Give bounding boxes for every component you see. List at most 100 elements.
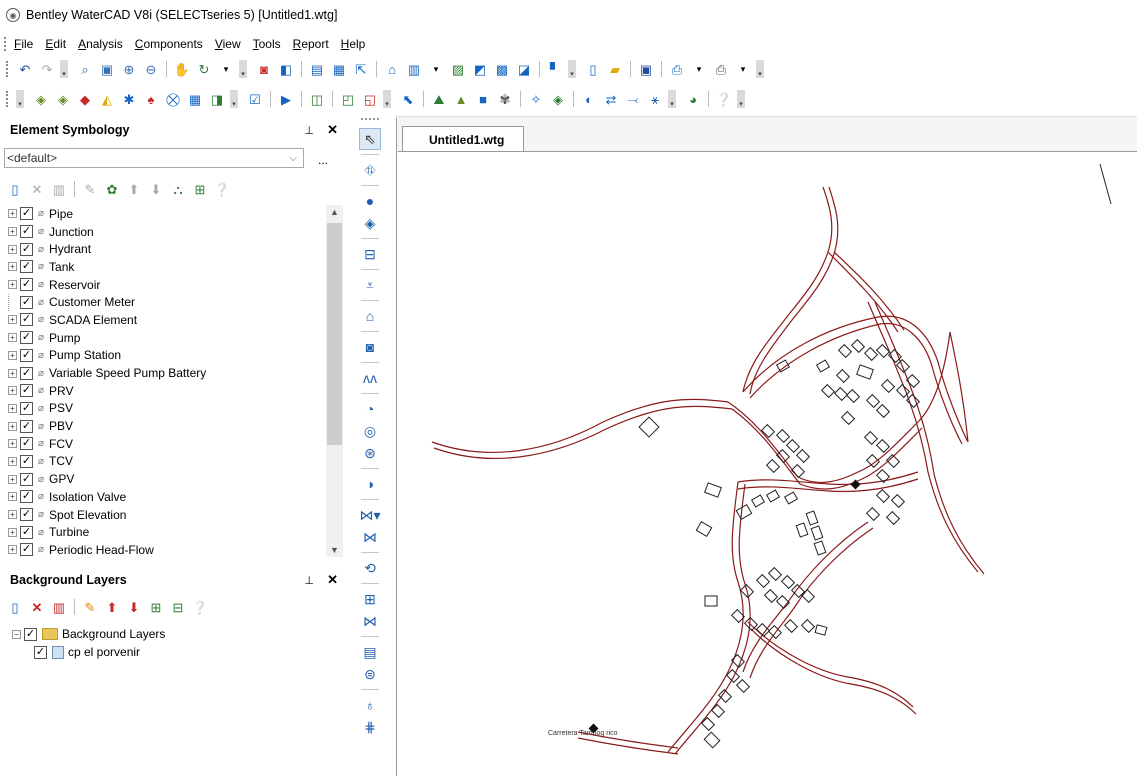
network-icon[interactable]: ⚹ — [646, 90, 664, 108]
valve-tool-icon[interactable]: ⋈▾ — [359, 504, 381, 526]
expand-icon[interactable]: + — [8, 315, 17, 325]
redo-icon[interactable]: ↷ — [38, 60, 56, 78]
trex-icon[interactable]: ◈ — [54, 90, 72, 108]
move-down-icon[interactable]: ⬇ — [125, 598, 143, 616]
orifice-tool-icon[interactable]: ⊜ — [359, 663, 381, 685]
expand-icon[interactable]: + — [8, 510, 17, 520]
checkbox[interactable]: ✓ — [20, 348, 33, 362]
scenarios-icon[interactable]: ◙ — [255, 60, 273, 78]
vspb-tool-icon[interactable]: ◎ — [359, 420, 381, 442]
checkbox[interactable]: ✓ — [24, 627, 37, 641]
add-icon[interactable]: ✿ — [103, 180, 121, 198]
scada-connect-icon[interactable]: ◨ — [208, 90, 226, 108]
pipe-break-icon[interactable]: ◐ — [580, 90, 598, 108]
tree-item-pump[interactable]: + ✓ ⌀ Pump — [8, 329, 326, 347]
zoom-extents-icon[interactable]: ⌕ — [76, 60, 94, 78]
tree-item-scada-element[interactable]: + ✓ ⌀ SCADA Element — [8, 311, 326, 329]
expand-icon[interactable]: + — [8, 368, 17, 378]
print-preview-icon[interactable]: ⎙ — [668, 60, 686, 78]
more-button[interactable]: ... — [318, 153, 328, 167]
zoom-window-icon[interactable]: ▣ — [98, 60, 116, 78]
add-folder-icon[interactable]: ⊞ — [147, 598, 165, 616]
menu-edit[interactable]: Edit — [45, 37, 66, 51]
reservoir-tool-icon[interactable]: ⩡ — [359, 274, 381, 296]
tree-item-psv[interactable]: + ✓ ⌀ PSV — [8, 400, 326, 418]
checkbox[interactable]: ✓ — [20, 525, 33, 539]
checkbox[interactable]: ✓ — [20, 472, 33, 486]
tree-item-customer-meter[interactable]: ✓ ⌀ Customer Meter — [8, 293, 326, 311]
profile-icon[interactable]: ◩ — [471, 60, 489, 78]
isolation-icon[interactable]: ⤙ — [624, 90, 642, 108]
expand-icon[interactable]: + — [8, 439, 17, 449]
tree-item-pump-station[interactable]: + ✓ ⌀ Pump Station — [8, 347, 326, 365]
expand-icon[interactable]: + — [8, 421, 17, 431]
scrollbar-thumb[interactable] — [327, 223, 342, 445]
element-symbology-toolbar-icon[interactable]: ◱ — [361, 90, 379, 108]
delete-icon[interactable]: ✕ — [28, 180, 46, 198]
collapse-icon[interactable]: − — [12, 629, 21, 639]
tree-item-gpv[interactable]: + ✓ ⌀ GPV — [8, 470, 326, 488]
menu-components[interactable]: Components — [135, 37, 203, 51]
menu-file[interactable]: File — [14, 37, 33, 51]
scroll-down-icon[interactable]: ▼ — [326, 545, 343, 555]
menu-report[interactable]: Report — [293, 37, 329, 51]
move-up-icon[interactable]: ⬆ — [103, 598, 121, 616]
select-icon[interactable]: ⇱ — [352, 60, 370, 78]
flextables-dropdown-icon[interactable]: ▾ — [427, 60, 445, 78]
print-preview-dropdown-icon[interactable]: ▾ — [690, 60, 708, 78]
checkbox[interactable]: ✓ — [20, 260, 33, 274]
toolbar-overflow-icon[interactable]: ▾ — [60, 60, 68, 78]
checkbox[interactable]: ✓ — [20, 313, 33, 327]
element-properties-icon[interactable]: ◰ — [339, 90, 357, 108]
checkbox[interactable]: ✓ — [20, 454, 33, 468]
skelebrator-icon[interactable]: ▦ — [186, 90, 204, 108]
tree-item-tank[interactable]: + ✓ ⌀ Tank — [8, 258, 326, 276]
flushing-icon[interactable]: ✾ — [496, 90, 514, 108]
new-file-icon[interactable]: ▯ — [584, 60, 602, 78]
model-builder-icon[interactable]: ◈ — [32, 90, 50, 108]
checkbox[interactable]: ✓ — [20, 207, 33, 221]
expand-icon[interactable]: + — [8, 386, 17, 396]
alternatives-icon[interactable]: ◧ — [277, 60, 295, 78]
hydropneumatic-tank-tool-icon[interactable]: ▤ — [359, 641, 381, 663]
checkbox[interactable]: ✓ — [20, 543, 33, 557]
add-layer-icon[interactable]: ⊟ — [169, 598, 187, 616]
checkbox[interactable]: ✓ — [20, 490, 33, 504]
open-file-icon[interactable]: ▰ — [606, 60, 624, 78]
surge-tank-tool-icon[interactable]: ⟲ — [359, 557, 381, 579]
flextables-icon[interactable]: ▥ — [405, 60, 423, 78]
expand-icon[interactable]: + — [8, 280, 17, 290]
demand-control-icon[interactable]: ✱ — [120, 90, 138, 108]
network-navigator-icon[interactable]: ⌂ — [383, 60, 401, 78]
tree-item-spot-elevation[interactable]: + ✓ ⌀ Spot Elevation — [8, 506, 326, 524]
checkbox[interactable]: ✓ — [34, 645, 47, 659]
toolbar-overflow-icon[interactable]: ▾ — [668, 90, 676, 108]
checkbox[interactable]: ✓ — [20, 508, 33, 522]
pin-icon[interactable]: ⊥ — [304, 574, 314, 587]
customer-meter-tool-icon[interactable]: ⌂ — [359, 305, 381, 327]
pan-icon[interactable]: ✋ — [173, 60, 191, 78]
tree-item-tcv[interactable]: + ✓ ⌀ TCV — [8, 453, 326, 471]
edit-icon[interactable]: ✎ — [81, 598, 99, 616]
menu-analysis[interactable]: Analysis — [78, 37, 123, 51]
chevron-down-icon[interactable]: ⌵ — [289, 153, 297, 164]
close-icon[interactable]: ✕ — [327, 572, 338, 588]
toolbar-overflow-icon[interactable]: ▾ — [239, 60, 247, 78]
toolbar-overflow-icon[interactable]: ▾ — [16, 90, 24, 108]
pump-station-tool-icon[interactable]: ◔ — [359, 398, 381, 420]
move-up-icon[interactable]: ⬆ — [125, 180, 143, 198]
tree-item-layer[interactable]: ✓ cp el porvenir — [12, 643, 165, 661]
pump-tool-icon[interactable]: ʌʌ — [359, 367, 381, 389]
save-icon[interactable]: ▣ — [637, 60, 655, 78]
tree-item-isolation-valve[interactable]: + ✓ ⌀ Isolation Valve — [8, 488, 326, 506]
expand-icon[interactable]: + — [8, 474, 17, 484]
expand-icon[interactable]: + — [8, 350, 17, 360]
tree-item-periodic-head-flow[interactable]: + ✓ ⌀ Periodic Head-Flow — [8, 541, 326, 559]
energy-costs-icon[interactable]: ◫ — [308, 90, 326, 108]
expand-icon[interactable]: + — [8, 333, 17, 343]
zoom-out-icon[interactable]: ⊖ — [142, 60, 160, 78]
terrain-icon[interactable]: ▲ — [452, 90, 470, 108]
help-icon[interactable]: ❔ — [213, 180, 231, 198]
transient-icon[interactable]: ⇄ — [602, 90, 620, 108]
close-icon[interactable]: ✕ — [327, 122, 338, 138]
